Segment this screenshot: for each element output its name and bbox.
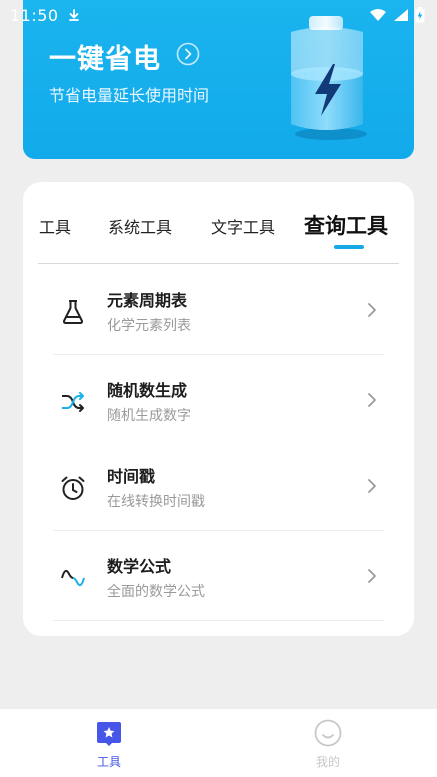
nav-tools[interactable]: 工具 [79, 719, 139, 777]
item-subtitle: 在线转换时间戳 [107, 494, 205, 510]
shuffle-icon [62, 392, 84, 412]
battery-charging-icon [415, 7, 425, 23]
item-title: 随机数生成 [107, 381, 188, 400]
active-tab-indicator [334, 245, 364, 249]
tab-divider [38, 263, 399, 264]
bottom-navigation: 工具 我的 [0, 709, 437, 777]
list-item-random-number[interactable]: 随机数生成 随机生成数字 [53, 355, 384, 445]
tab-system-tools[interactable]: 系统工具 [108, 214, 172, 238]
cellular-signal-icon [394, 9, 408, 21]
list-item-timestamp[interactable]: 时间戳 在线转换时间戳 [53, 441, 384, 531]
tab-tools[interactable]: 工具 [39, 214, 71, 238]
item-subtitle: 随机生成数字 [107, 408, 191, 424]
item-separator [53, 620, 384, 621]
nav-mine-label: 我的 [315, 755, 340, 769]
item-title: 时间戳 [107, 467, 156, 486]
banner-subtitle: 节省电量延长使用时间 [49, 86, 210, 105]
alarm-clock-icon [61, 476, 85, 500]
item-subtitle: 全面的数学公式 [107, 584, 205, 600]
chevron-right-icon [368, 303, 376, 317]
battery-illustration-icon [291, 16, 367, 140]
chevron-right-icon [368, 569, 376, 583]
item-subtitle: 化学元素列表 [107, 318, 191, 334]
tab-text-tools[interactable]: 文字工具 [211, 214, 275, 238]
smile-icon [314, 719, 342, 747]
list-item-periodic-table[interactable]: 元素周期表 化学元素列表 [53, 265, 384, 355]
item-title: 元素周期表 [107, 291, 188, 310]
status-time: 11:50 [10, 5, 59, 25]
chevron-right-icon [368, 393, 376, 407]
status-bar: 11:50 [0, 0, 437, 30]
sine-wave-icon [61, 569, 85, 587]
nav-tools-label: 工具 [96, 755, 121, 769]
item-title: 数学公式 [107, 557, 172, 576]
download-icon [68, 9, 79, 21]
arrow-circle-icon[interactable] [176, 42, 200, 66]
banner-title: 一键省电 [49, 44, 161, 75]
tools-card: 工具 系统工具 文字工具 查询工具 元素周期表 化学元素列表 随机数生成 随机生… [23, 182, 414, 636]
wifi-icon [370, 9, 386, 21]
star-badge-icon [97, 722, 121, 746]
tab-bar: 工具 系统工具 文字工具 查询工具 [23, 182, 414, 252]
chevron-right-icon [368, 479, 376, 493]
list-item-math-formula[interactable]: 数学公式 全面的数学公式 [53, 531, 384, 621]
tab-query-tools[interactable]: 查询工具 [304, 210, 388, 240]
nav-mine[interactable]: 我的 [298, 719, 358, 777]
flask-icon [62, 300, 84, 324]
